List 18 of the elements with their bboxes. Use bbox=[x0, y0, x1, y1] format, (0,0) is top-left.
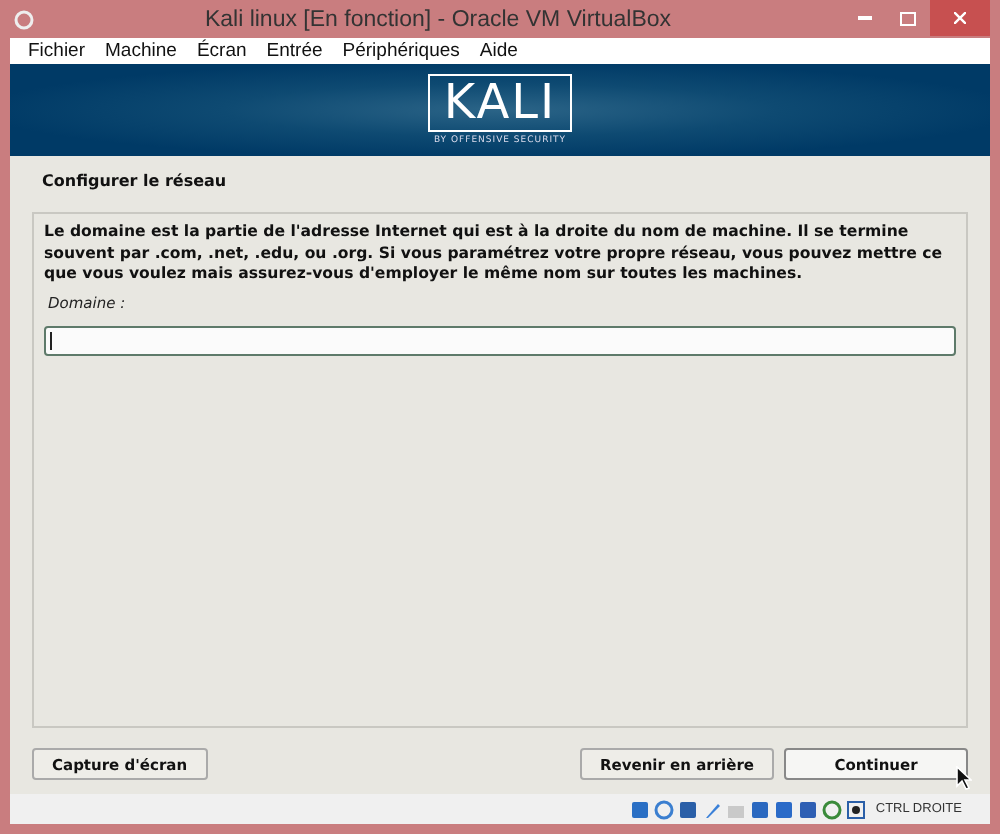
close-button[interactable] bbox=[930, 0, 990, 36]
maximize-icon[interactable] bbox=[900, 11, 916, 25]
menu-item[interactable]: Fichier bbox=[18, 40, 96, 62]
minimize-icon[interactable] bbox=[857, 16, 871, 20]
menu-item[interactable]: Périphériques bbox=[332, 40, 470, 62]
mouse-pointer-icon bbox=[956, 766, 972, 790]
domain-field[interactable] bbox=[44, 325, 956, 355]
disc-icon[interactable] bbox=[653, 799, 674, 819]
menu-item[interactable]: Écran bbox=[186, 40, 257, 62]
menu-item[interactable]: Entrée bbox=[256, 40, 333, 62]
menu-item[interactable]: Machine bbox=[95, 40, 187, 62]
record-icon[interactable] bbox=[845, 799, 866, 819]
app-icon bbox=[14, 9, 34, 29]
menu-item[interactable]: Aide bbox=[469, 40, 528, 62]
window-title: Kali linux [En fonction] - Oracle VM VirtualBox bbox=[202, 7, 674, 31]
section-title: Configurer le réseau bbox=[40, 170, 229, 194]
close-icon bbox=[954, 12, 966, 24]
logo: KALI bbox=[427, 74, 573, 132]
